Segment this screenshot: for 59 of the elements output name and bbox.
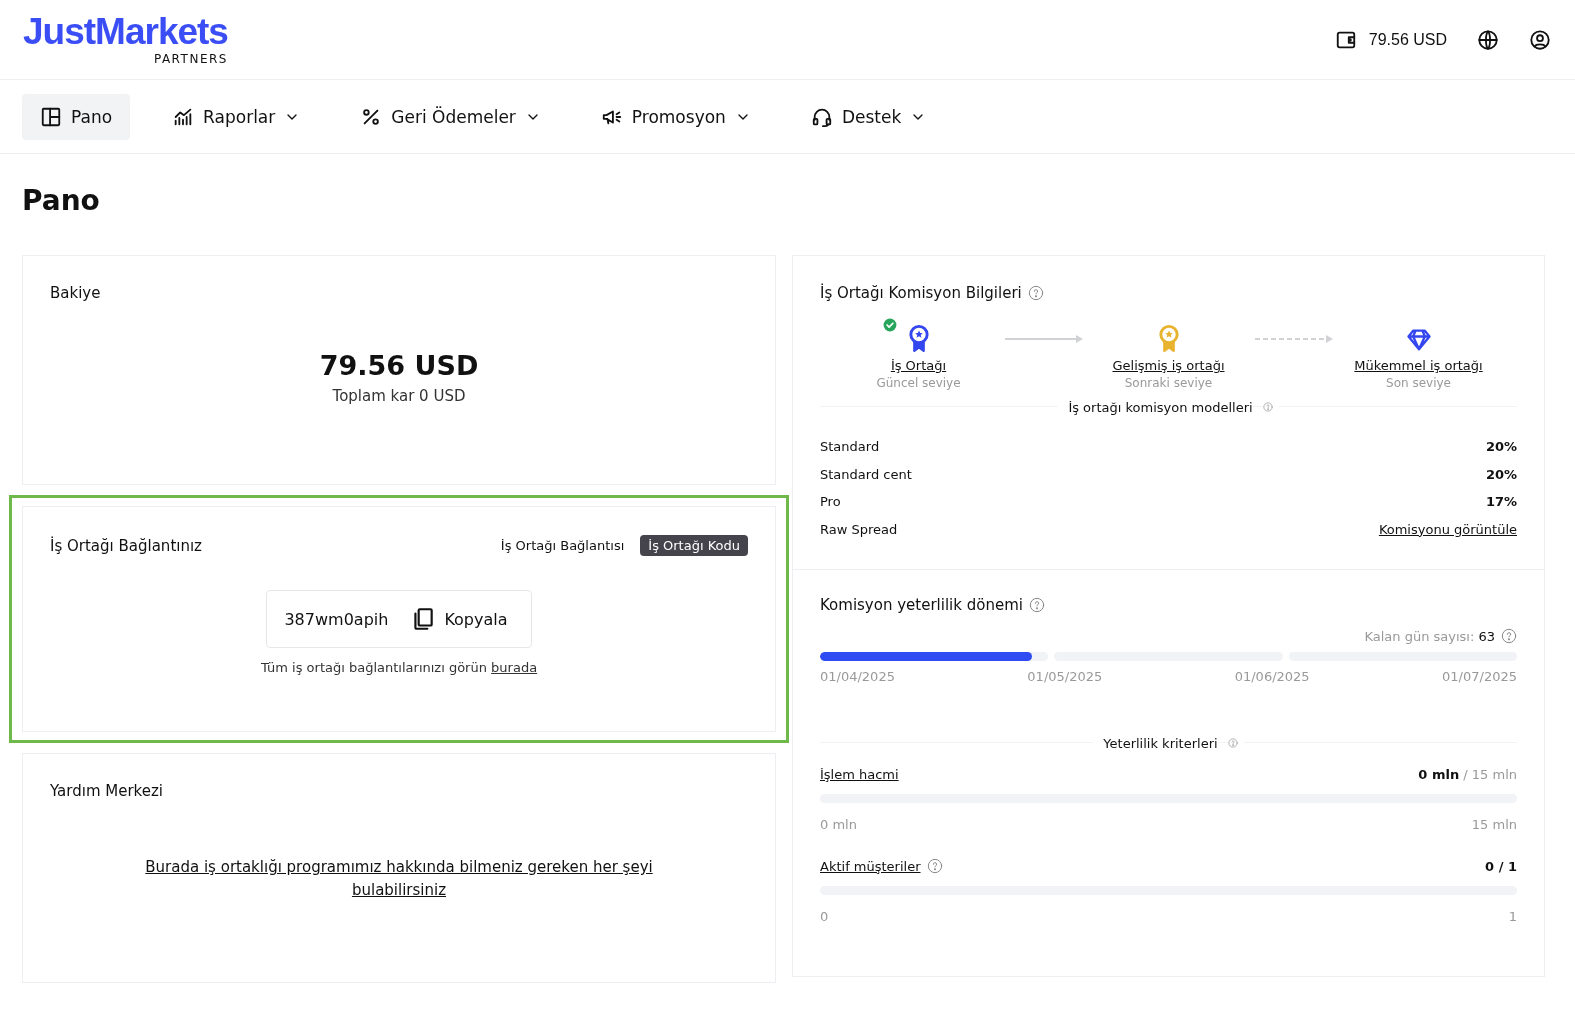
help-icon[interactable] <box>1501 628 1517 644</box>
criterion-link[interactable]: İşlem hacmi <box>820 767 899 782</box>
tier-status: Sonraki seviye <box>1124 376 1213 390</box>
help-center-link[interactable]: Burada iş ortaklığı programımız hakkında bilmeniz gereken her şeyi bulabilirsiniz <box>140 856 658 902</box>
range-max: 1 <box>1508 909 1517 924</box>
user-profile-icon[interactable] <box>1529 28 1551 51</box>
tier-name-link[interactable]: İş Ortağı <box>890 358 947 373</box>
card-title: İş Ortağı Bağlantınız <box>50 536 202 555</box>
nav-tab[interactable]: Pano <box>22 93 131 140</box>
help-icon[interactable] <box>1028 597 1045 613</box>
nav-tab[interactable]: Destek <box>792 93 945 140</box>
date-label: 01/06/2025 <box>1234 669 1310 684</box>
toggle-tab[interactable]: İş Ortağı Bağlantısı <box>492 535 633 556</box>
section-heading: Yeterlilik kriterleri <box>1093 735 1218 751</box>
commission-rate: 20% <box>1485 439 1517 455</box>
card-title: İş Ortağı Komisyon Bilgileri <box>820 284 1022 302</box>
tier-name-link[interactable]: Mükemmel iş ortağı <box>1354 358 1483 373</box>
model-name: Standard cent <box>820 466 912 482</box>
links-note: Tüm iş ortağı bağlantılarınızı görün burada <box>259 660 539 675</box>
range-min: 0 mln <box>820 817 857 832</box>
help-icon[interactable] <box>926 858 943 874</box>
model-name: Pro <box>820 494 841 510</box>
card-title: Yardım Merkezi <box>50 782 165 800</box>
view-commission-link[interactable]: Komisyonu görüntüle <box>1378 521 1517 537</box>
card-title: Komisyon yeterlilik dönemi <box>820 596 1023 614</box>
nav-tab[interactable]: Promosyon <box>582 93 769 140</box>
tier-status: Son seviye <box>1386 376 1451 390</box>
logo-wordmark[interactable]: JustMarkets <box>23 13 228 50</box>
nav-tab[interactable]: Raporlar <box>154 93 319 140</box>
date-label: 01/04/2025 <box>820 669 895 684</box>
globe-icon[interactable] <box>1477 28 1499 51</box>
model-name: Raw Spread <box>820 521 898 537</box>
criterion-value: 0 / 1 <box>1485 858 1517 874</box>
copy-button[interactable]: Kopyala <box>404 605 514 633</box>
balance-value: 79.56 USD <box>319 350 479 381</box>
balance-amount: 79.56 USD <box>1368 30 1447 49</box>
section-heading: İş ortağı komisyon modelleri <box>1058 399 1253 415</box>
tier-name-link[interactable]: Gelişmiş iş ortağı <box>1112 358 1225 373</box>
here-link[interactable]: burada <box>491 660 538 675</box>
range-min: 0 <box>820 909 829 924</box>
date-label: 01/07/2025 <box>1442 669 1517 684</box>
logo-subtitle: PARTNERS <box>153 51 228 66</box>
tier-status: Güncel seviye <box>876 376 961 390</box>
total-profit: Toplam kar 0 USD <box>332 387 466 405</box>
layout-icon <box>40 105 62 128</box>
model-name: Standard <box>820 439 880 455</box>
commission-rate: 17% <box>1485 494 1517 510</box>
help-icon[interactable] <box>1027 285 1044 301</box>
affiliate-code: 387wm0apih <box>284 609 389 629</box>
card-title: Bakiye <box>50 284 102 302</box>
days-remaining: Kalan gün sayısı: 63 <box>1364 628 1495 644</box>
page-title: Pano <box>22 184 101 217</box>
commission-rate: 20% <box>1485 466 1517 482</box>
nav-tab[interactable]: Geri Ödemeler <box>342 93 559 140</box>
date-label: 01/05/2025 <box>1027 669 1103 684</box>
range-max: 15 mln <box>1471 817 1517 832</box>
toggle-tab[interactable]: İş Ortağı Kodu <box>640 535 748 556</box>
criterion-value: 0 mln / 15 mln <box>1418 767 1517 782</box>
criterion-link[interactable]: Aktif müşteriler <box>820 858 921 874</box>
